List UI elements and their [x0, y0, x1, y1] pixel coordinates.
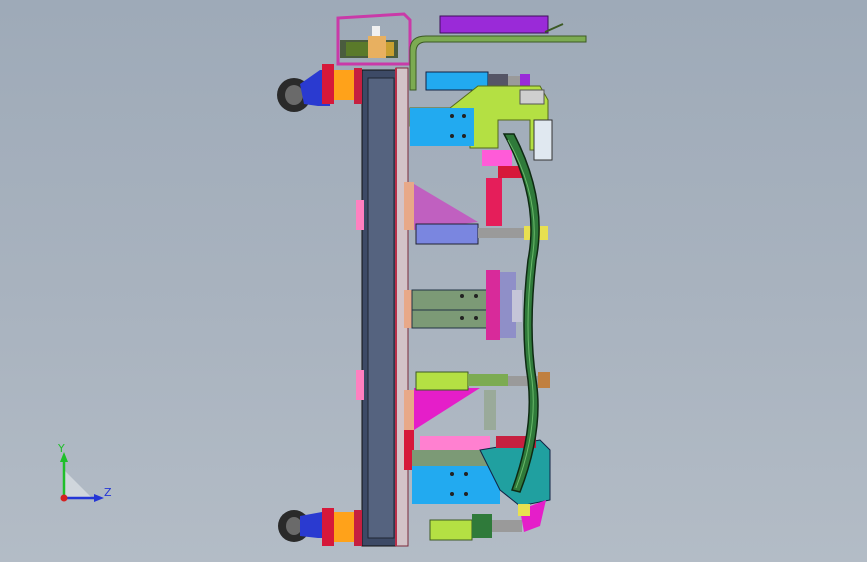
axis-triad: [60, 452, 104, 502]
y-axis-label: Y: [58, 442, 65, 455]
z-axis-arrowhead: [94, 494, 104, 502]
x-axis-dot: [60, 494, 68, 502]
triad-plane: [64, 470, 92, 498]
z-axis-label: Z: [104, 486, 112, 499]
cad-viewport[interactable]: Y Z: [0, 0, 867, 562]
